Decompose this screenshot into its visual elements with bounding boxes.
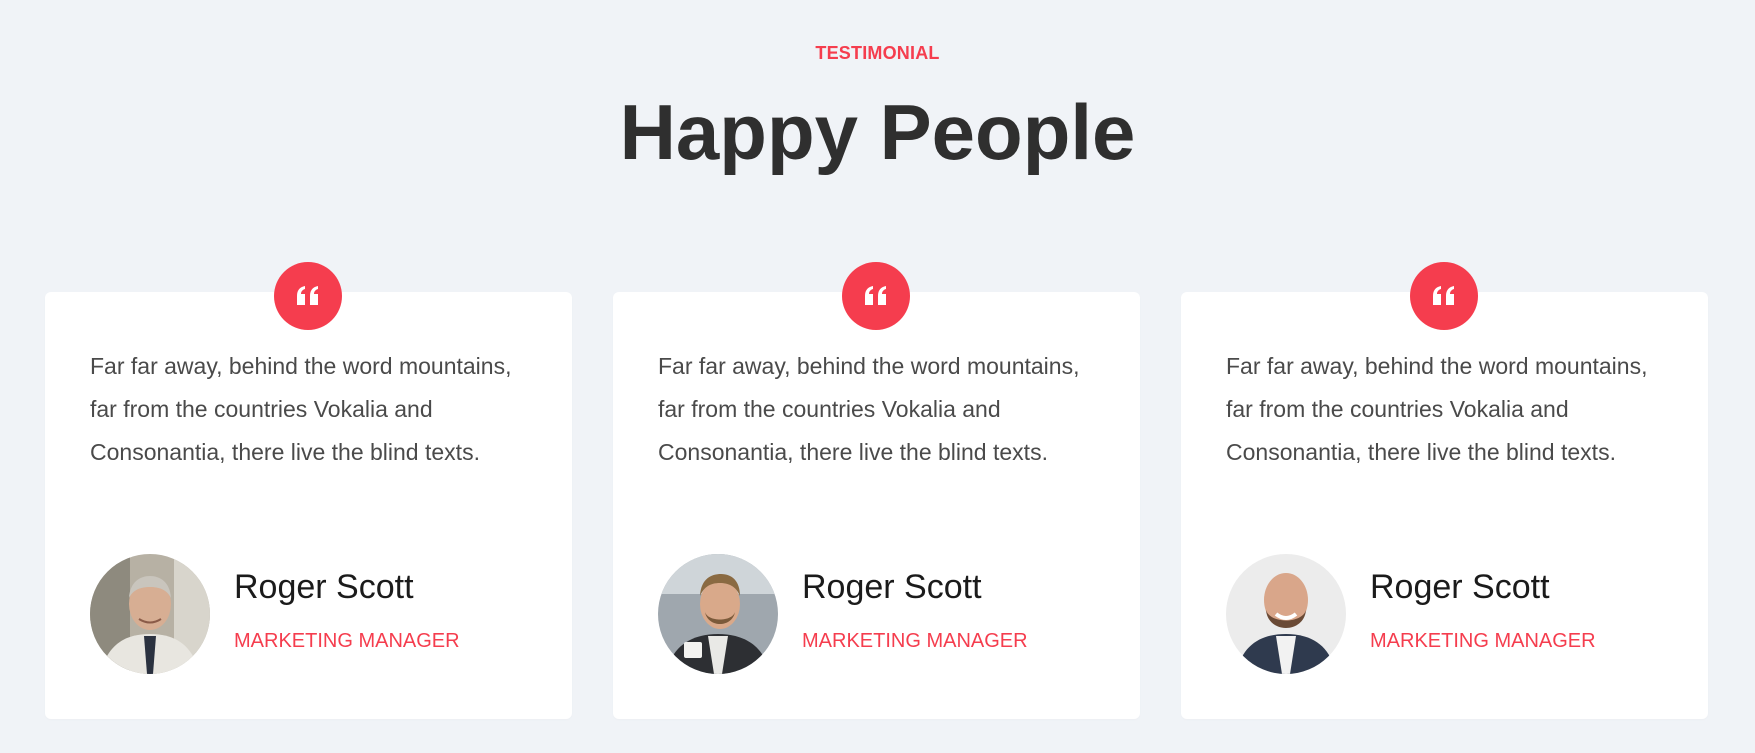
testimonial-card: Far far away, behind the word mountains,… — [1181, 262, 1708, 719]
author-name: Roger Scott — [802, 568, 982, 606]
quote-icon — [1410, 262, 1478, 330]
testimonial-author: Roger Scott MARKETING MANAGER — [90, 554, 530, 674]
testimonial-text: Far far away, behind the word mountains,… — [90, 353, 512, 465]
author-name: Roger Scott — [234, 568, 414, 606]
testimonial-cards: Far far away, behind the word mountains,… — [45, 262, 1710, 719]
testimonial-card: Far far away, behind the word mountains,… — [45, 262, 572, 719]
section-eyebrow: TESTIMONIAL — [815, 43, 940, 63]
avatar — [658, 554, 778, 674]
author-role: MARKETING MANAGER — [802, 630, 1028, 652]
avatar — [90, 554, 210, 674]
avatar — [1226, 554, 1346, 674]
testimonial-text: Far far away, behind the word mountains,… — [1226, 353, 1648, 465]
section-title: Happy People — [619, 88, 1136, 176]
quote-icon — [842, 262, 910, 330]
author-role: MARKETING MANAGER — [234, 630, 460, 652]
testimonial-text: Far far away, behind the word mountains,… — [658, 353, 1080, 465]
author-name: Roger Scott — [1370, 568, 1550, 606]
testimonial-card: Far far away, behind the word mountains,… — [613, 262, 1140, 719]
testimonial-author: Roger Scott MARKETING MANAGER — [658, 554, 1098, 674]
testimonial-author: Roger Scott MARKETING MANAGER — [1226, 554, 1666, 674]
author-role: MARKETING MANAGER — [1370, 630, 1596, 652]
quote-icon — [274, 262, 342, 330]
